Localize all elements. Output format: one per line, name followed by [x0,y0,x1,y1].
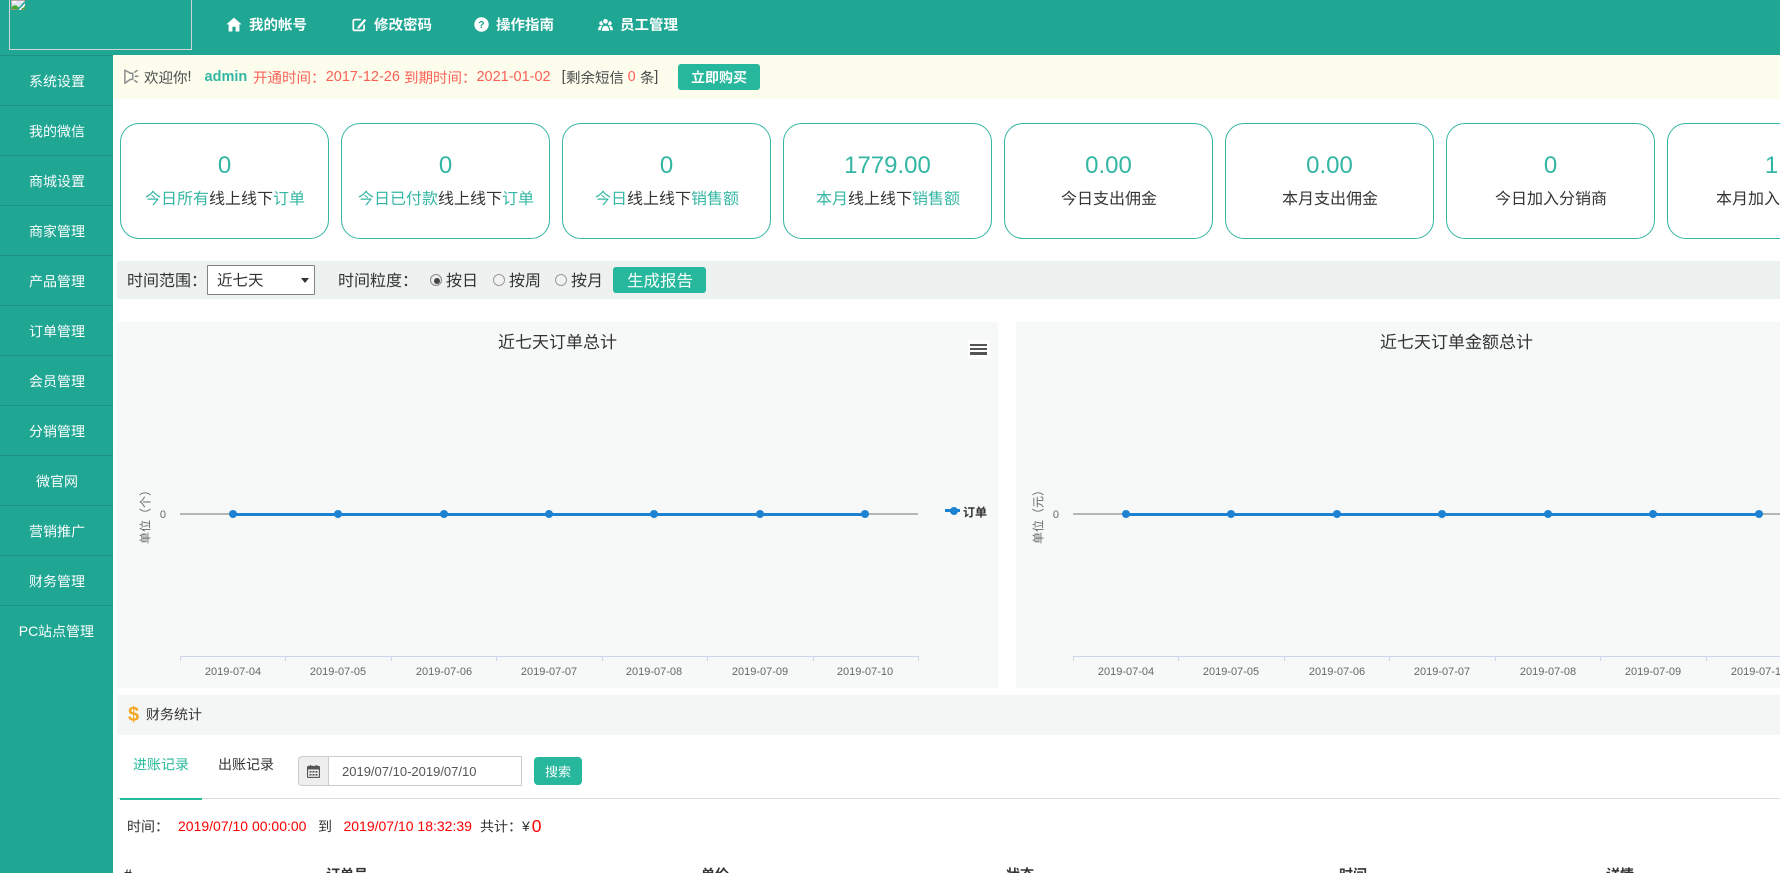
svg-text:?: ? [478,19,484,31]
